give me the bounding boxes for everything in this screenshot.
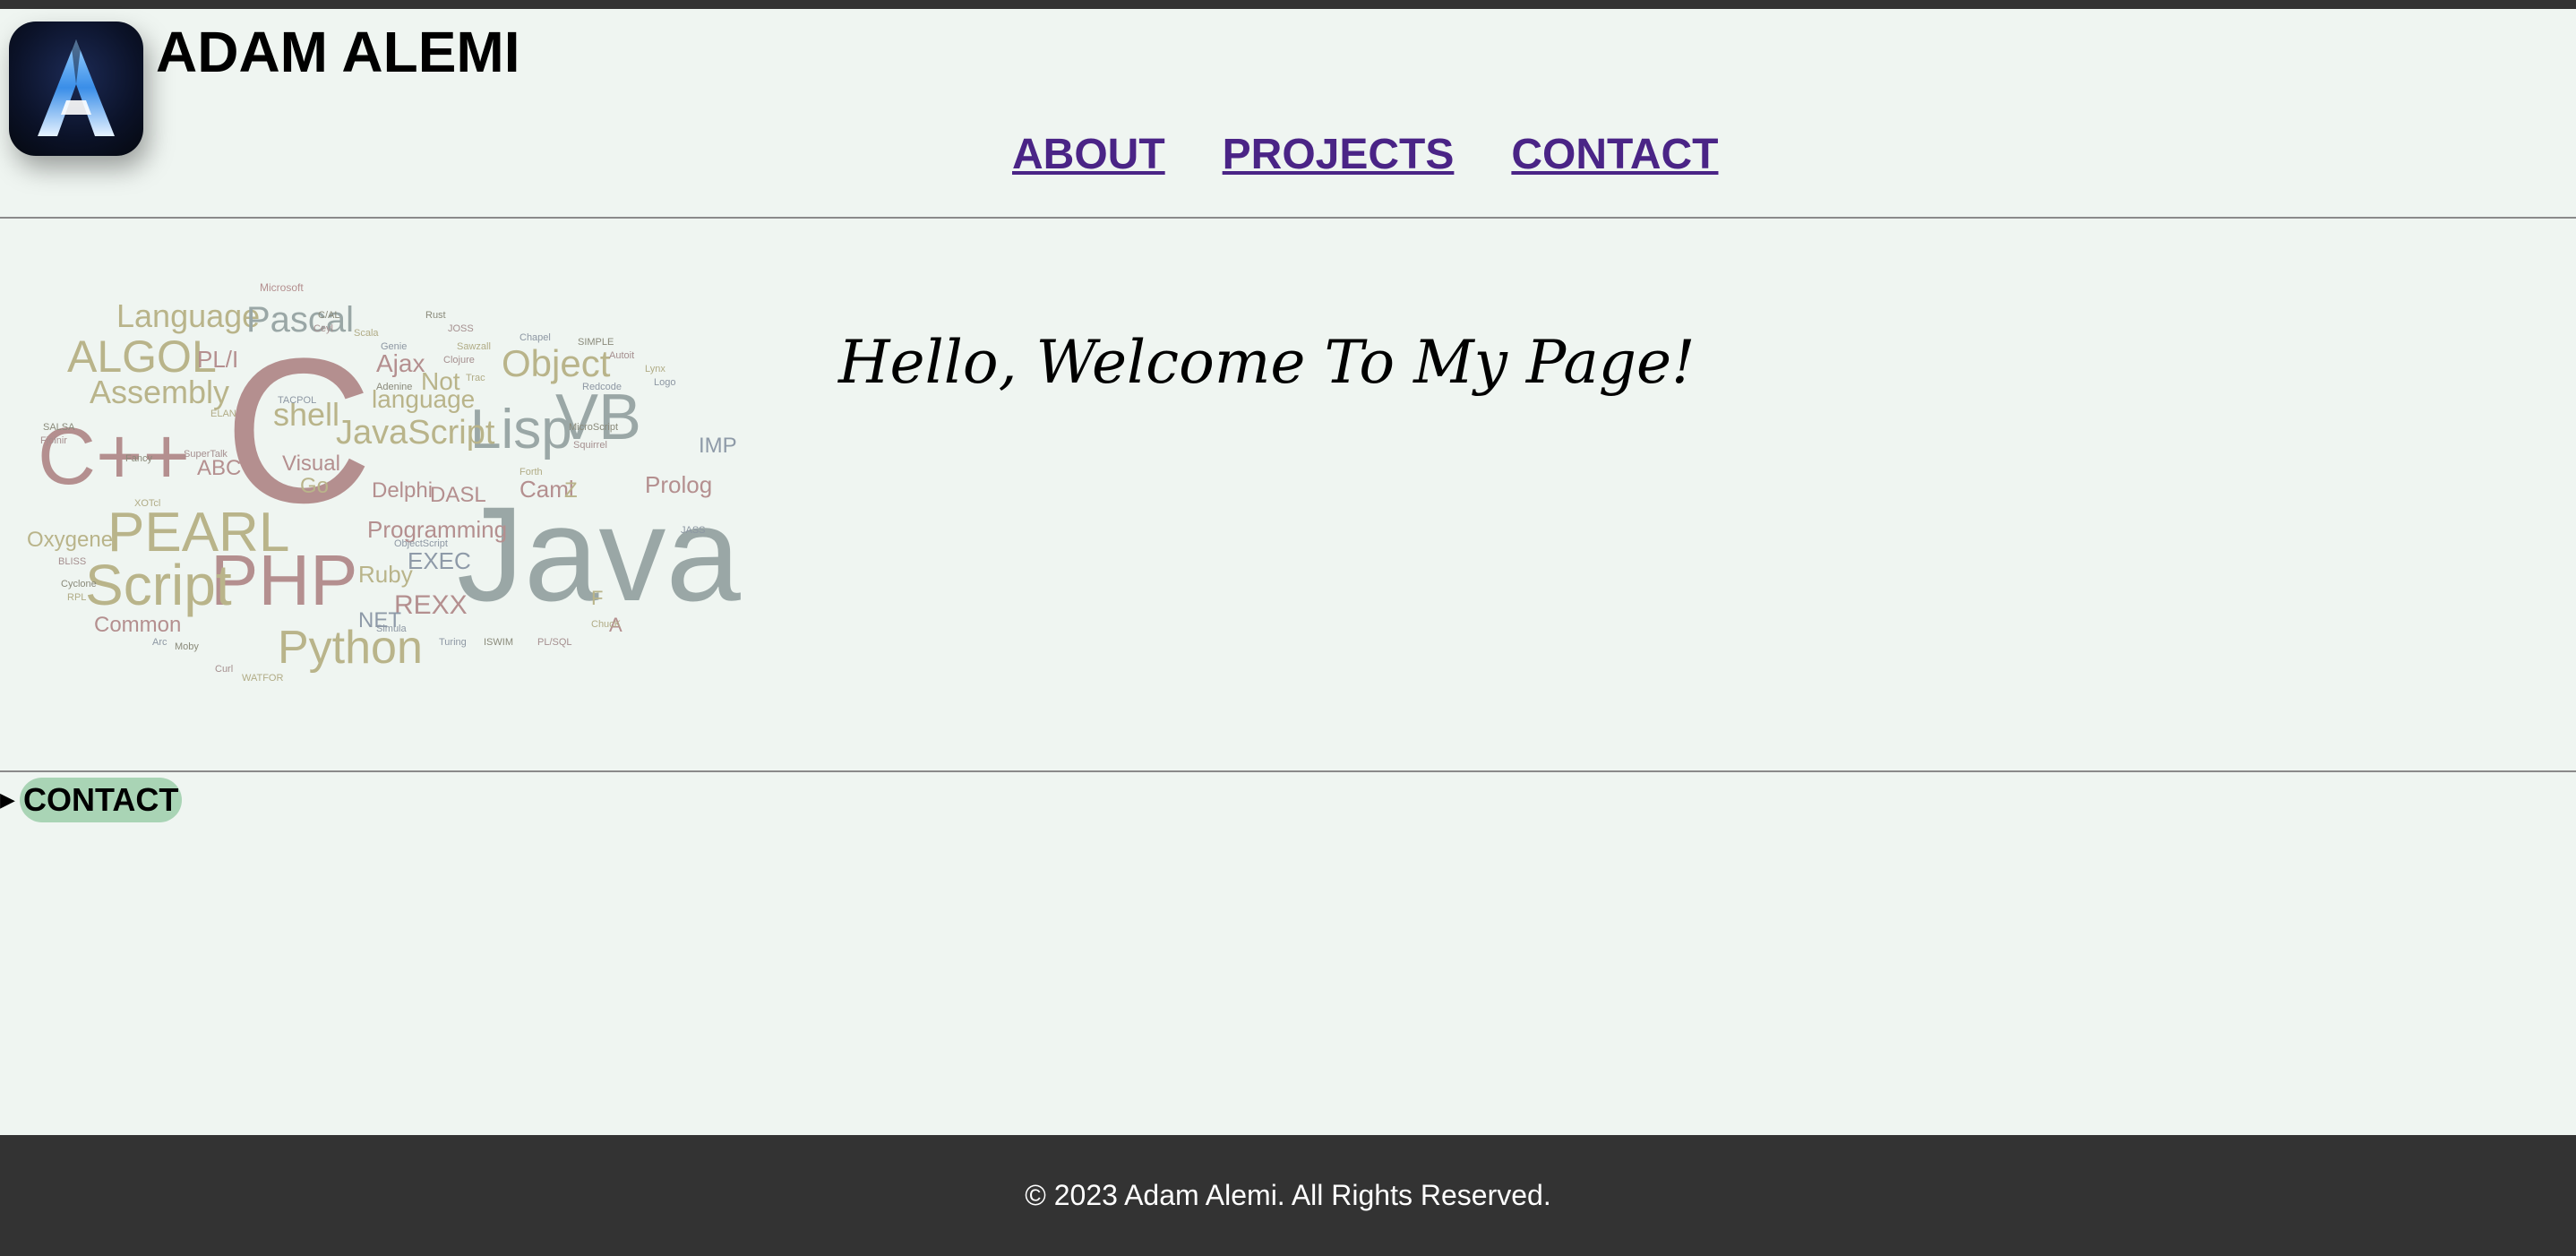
wordcloud-word: Common (94, 613, 181, 637)
top-bar (0, 0, 2576, 9)
wordcloud-word: ABC (197, 456, 241, 480)
wordcloud-small-word: Adenine (376, 382, 412, 392)
wordcloud-word: PEARL (107, 502, 289, 563)
wordcloud-small-word: Fjolnir (40, 435, 67, 446)
wordcloud-small-word: Sawzall (457, 341, 491, 352)
contact-details-summary[interactable]: ▶ CONTACT (0, 778, 183, 822)
nav-link-projects[interactable]: PROJECTS (1223, 124, 1455, 186)
nav-link-about[interactable]: ABOUT (1012, 124, 1165, 186)
wordcloud-small-word: BLISS (58, 556, 86, 567)
wordcloud-small-word: ObjectScript (394, 538, 448, 549)
wordcloud-small-word: Logo (654, 377, 675, 388)
wordcloud-small-word: ELAN (210, 409, 236, 419)
wordcloud-word: Language (116, 297, 260, 334)
wordcloud-small-word: Lynx (645, 364, 665, 374)
wordcloud-word: Ajax (376, 349, 425, 377)
wordcloud-small-word: Forth (519, 467, 543, 477)
wordcloud-word: Microsoft (260, 281, 304, 294)
wordcloud-word: Z (564, 478, 578, 503)
wordcloud-small-word: Scala (354, 328, 379, 339)
wordcloud-word: Assembly (90, 374, 229, 410)
wordcloud-small-word: ISWIM (484, 637, 513, 648)
wordcloud-small-word: Cyclone (61, 579, 97, 589)
contact-summary-label[interactable]: CONTACT (20, 778, 183, 822)
wordcloud-small-word: JASS (681, 525, 706, 536)
wordcloud-small-word: SuperTalk (184, 449, 228, 460)
wordcloud-small-word: MicroScript (569, 422, 618, 433)
section-divider (0, 770, 2576, 772)
wordcloud-svg: JavaCPHPScriptPythonLispVBC++PEARLObject… (27, 281, 741, 684)
main-nav: ABOUT PROJECTS CONTACT (1012, 124, 1718, 186)
wordcloud-small-word: Arc (152, 637, 167, 648)
wordcloud-small-word: XOTcl (134, 498, 160, 509)
wordcloud-word: EXEC (408, 547, 471, 574)
wordcloud-word: Prolog (645, 471, 712, 498)
wordcloud-word: Not (421, 367, 460, 395)
wordcloud-word: Go (300, 474, 329, 498)
wordcloud-word: Visual (282, 452, 340, 476)
wordcloud-word: DASL (430, 483, 486, 507)
wordcloud-word: Oxygene (27, 528, 113, 552)
wordcloud-small-word: C/AL (318, 310, 339, 321)
wordcloud-small-word: Trac (466, 373, 485, 383)
wordcloud-small-word: Genie (381, 341, 407, 352)
header-divider (0, 217, 2576, 219)
wordcloud-word: JavaScript (336, 414, 495, 452)
wordcloud-small-word: Simula (376, 624, 408, 634)
wordcloud-small-word: PL/SQL (537, 637, 572, 648)
wordcloud-small-word: TACPOL (278, 395, 316, 406)
site-logo[interactable] (9, 22, 143, 156)
wordcloud-small-word: Autoit (609, 350, 634, 361)
wordcloud-small-word: SALSA (43, 422, 75, 433)
wordcloud-small-word: Rust (425, 310, 446, 321)
wordcloud-small-word: Chapel (519, 332, 551, 343)
wordcloud-word: F (591, 587, 603, 609)
logo-a-icon (38, 39, 115, 136)
wordcloud-small-word: Curl (215, 664, 233, 675)
programming-languages-wordcloud-image: Java C PHP Script Python Lisp VB C++ PEARL Object… (18, 278, 761, 699)
wordcloud-word: Object (502, 342, 611, 384)
disclosure-triangle-icon: ▶ (0, 788, 15, 812)
wordcloud-small-word: Fancy (125, 453, 152, 464)
wordcloud-word: PL/I (197, 346, 238, 373)
wordcloud-small-word: Moby (175, 641, 199, 652)
wordcloud-small-word: Redcode (582, 382, 622, 392)
wordcloud-small-word: Ceyl (313, 323, 333, 334)
wordcloud-small-word: Squirrel (573, 440, 607, 451)
wordcloud-small-word: JOSS (448, 323, 474, 334)
footer: © 2023 Adam Alemi. All Rights Reserved. (0, 1135, 2576, 1256)
wordcloud-word: IMP (699, 434, 737, 458)
welcome-heading: Hello, Welcome To My Page! (838, 328, 1696, 397)
footer-copyright: © 2023 Adam Alemi. All Rights Reserved. (1025, 1179, 1551, 1211)
wordcloud-small-word: Turing (439, 637, 467, 648)
nav-link-contact[interactable]: CONTACT (1511, 124, 1718, 186)
wordcloud-small-word: WATFOR (242, 673, 283, 684)
wordcloud-small-word: RPL (67, 592, 86, 603)
wordcloud-small-word: Clojure (443, 355, 475, 366)
wordcloud-word: Ruby (358, 561, 413, 588)
wordcloud-small-word: ChucK (591, 619, 622, 630)
wordcloud-small-word: SIMPLE (578, 337, 614, 348)
wordcloud-word: REXX (394, 590, 468, 620)
site-title: ADAM ALEMI (156, 20, 520, 84)
wordcloud-word: Delphi (372, 478, 433, 503)
